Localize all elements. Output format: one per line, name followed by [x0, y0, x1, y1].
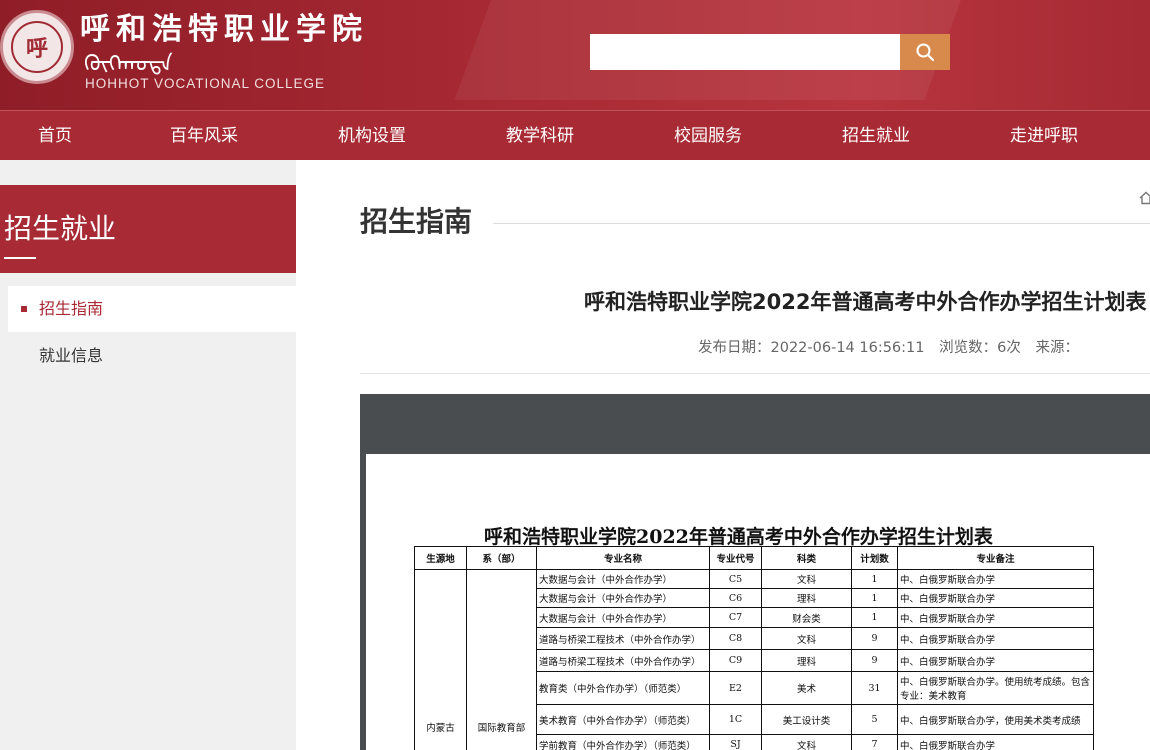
nav-item-organization[interactable]: 机构设置: [338, 111, 406, 161]
major-cell: 学前教育（中外合作办学）（师范类）: [536, 734, 710, 750]
region-cell: 内蒙古: [414, 569, 467, 750]
column-header: 系（部）: [466, 546, 537, 570]
sidebar-item-label: 招生指南: [39, 299, 104, 318]
article-source: 来源：: [1035, 340, 1079, 356]
column-header: 生源地: [414, 546, 467, 570]
note-cell: 中、白俄罗斯联合办学: [897, 588, 1094, 608]
note-cell: 中、白俄罗斯联合办学: [897, 569, 1094, 589]
article-meta: 发布日期：2022-06-14 16:56:11 浏览数：6次 来源：: [698, 336, 1089, 357]
code-cell: C7: [709, 607, 762, 628]
major-cell: 道路与桥梁工程技术（中外合作办学）: [536, 649, 710, 672]
department-cell: 国际教育部: [466, 569, 537, 750]
nav-item-admissions-employment[interactable]: 招生就业: [842, 111, 910, 161]
search-input[interactable]: [590, 34, 900, 70]
code-cell: 1C: [709, 704, 762, 735]
nav-item-teaching-research[interactable]: 教学科研: [506, 111, 574, 161]
code-cell: C8: [709, 627, 762, 650]
major-cell: 美术教育（中外合作办学）（师范类）: [536, 704, 710, 735]
article-title: 呼和浩特职业学院2022年普通高考中外合作办学招生计划表: [584, 290, 1147, 314]
seal-text: 呼: [11, 21, 63, 73]
code-cell: C6: [709, 588, 762, 608]
nav-item-home[interactable]: 首页: [38, 111, 72, 161]
plan-cell: 1: [851, 569, 898, 589]
college-name-en: HOHHOT VOCATIONAL COLLEGE: [85, 76, 326, 91]
note-cell: 中、白俄罗斯联合办学: [897, 607, 1094, 628]
column-header: 专业代号: [709, 546, 762, 570]
home-icon[interactable]: [1138, 190, 1150, 206]
meta-divider: [360, 373, 1150, 374]
category-cell: 美工设计类: [761, 704, 852, 735]
search-icon: [916, 43, 935, 62]
category-cell: 文科: [761, 734, 852, 750]
major-cell: 教育类（中外合作办学）（师范类）: [536, 671, 710, 705]
site-header: 呼 呼和浩特职业学院 ᠬᠥᠬᠡᠬᠣᠲᠠ HOHHOT VOCATIONAL CO…: [0, 0, 1150, 110]
note-cell: 中、白俄罗斯联合办学，使用美术类考成绩: [897, 704, 1094, 735]
document-title: 呼和浩特职业学院2022年普通高考中外合作办学招生计划表: [484, 526, 993, 548]
category-cell: 文科: [761, 569, 852, 589]
major-cell: 大数据与会计（中外合作办学）: [536, 588, 710, 608]
major-cell: 大数据与会计（中外合作办学）: [536, 569, 710, 589]
note-cell: 中、白俄罗斯联合办学。使用统考成绩。包含专业：美术教育: [897, 671, 1094, 705]
sidebar-title: 招生就业: [4, 212, 117, 245]
category-cell: 美术: [761, 671, 852, 705]
publish-date: 发布日期：2022-06-14 16:56:11: [698, 340, 925, 356]
active-bullet-icon: [21, 306, 27, 312]
nav-item-history[interactable]: 百年风采: [170, 111, 238, 161]
plan-cell: 9: [851, 627, 898, 650]
table-header-row: 生源地 系（部） 专业名称 专业代号 科类 计划数 专业备注: [414, 546, 1094, 570]
plan-cell: 1: [851, 588, 898, 608]
college-name-mongol: ᠬᠥᠬᠡᠬᠣᠲᠠ: [84, 52, 173, 77]
column-header: 专业名称: [536, 546, 710, 570]
search-button[interactable]: [900, 34, 950, 70]
plan-cell: 5: [851, 704, 898, 735]
category-cell: 理科: [761, 588, 852, 608]
nav-item-about[interactable]: 走进呼职: [1010, 111, 1078, 161]
sidebar-header: 招生就业: [0, 185, 296, 273]
major-cell: 道路与桥梁工程技术（中外合作办学）: [536, 627, 710, 650]
plan-cell: 9: [851, 649, 898, 672]
sidebar-item-label: 就业信息: [39, 346, 104, 365]
code-cell: C9: [709, 649, 762, 672]
sidebar-item-admissions-guide[interactable]: 招生指南: [8, 286, 296, 332]
college-seal-logo[interactable]: 呼: [0, 10, 74, 84]
plan-cell: 31: [851, 671, 898, 705]
category-cell: 理科: [761, 649, 852, 672]
table-row: 内蒙古 国际教育部 大数据与会计（中外合作办学） C5 文科 1 中、白俄罗斯联…: [414, 569, 1094, 750]
note-cell: 中、白俄罗斯联合办学: [897, 627, 1094, 650]
section-title-divider: [493, 223, 1150, 224]
note-cell: 中、白俄罗斯联合办学: [897, 649, 1094, 672]
code-cell: C5: [709, 569, 762, 589]
major-cell: 大数据与会计（中外合作办学）: [536, 607, 710, 628]
category-cell: 文科: [761, 627, 852, 650]
main-nav: 首页 百年风采 机构设置 教学科研 校园服务 招生就业 走进呼职: [0, 110, 1150, 160]
column-header: 专业备注: [897, 546, 1094, 570]
column-header: 科类: [761, 546, 852, 570]
plan-cell: 1: [851, 607, 898, 628]
plan-cell: 7: [851, 734, 898, 750]
column-header: 计划数: [851, 546, 898, 570]
code-cell: SJ: [709, 734, 762, 750]
nav-item-campus-services[interactable]: 校园服务: [674, 111, 742, 161]
note-cell: 中、白俄罗斯联合办学: [897, 734, 1094, 750]
sidebar-item-employment-info[interactable]: 就业信息: [8, 333, 296, 379]
view-count: 浏览数：6次: [939, 340, 1021, 356]
enrollment-plan-table: 生源地 系（部） 专业名称 专业代号 科类 计划数 专业备注 内蒙古 国际教育部…: [414, 546, 1094, 750]
category-cell: 财会类: [761, 607, 852, 628]
code-cell: E2: [709, 671, 762, 705]
sidebar-title-underline: [4, 257, 36, 259]
section-title: 招生指南: [360, 205, 473, 238]
